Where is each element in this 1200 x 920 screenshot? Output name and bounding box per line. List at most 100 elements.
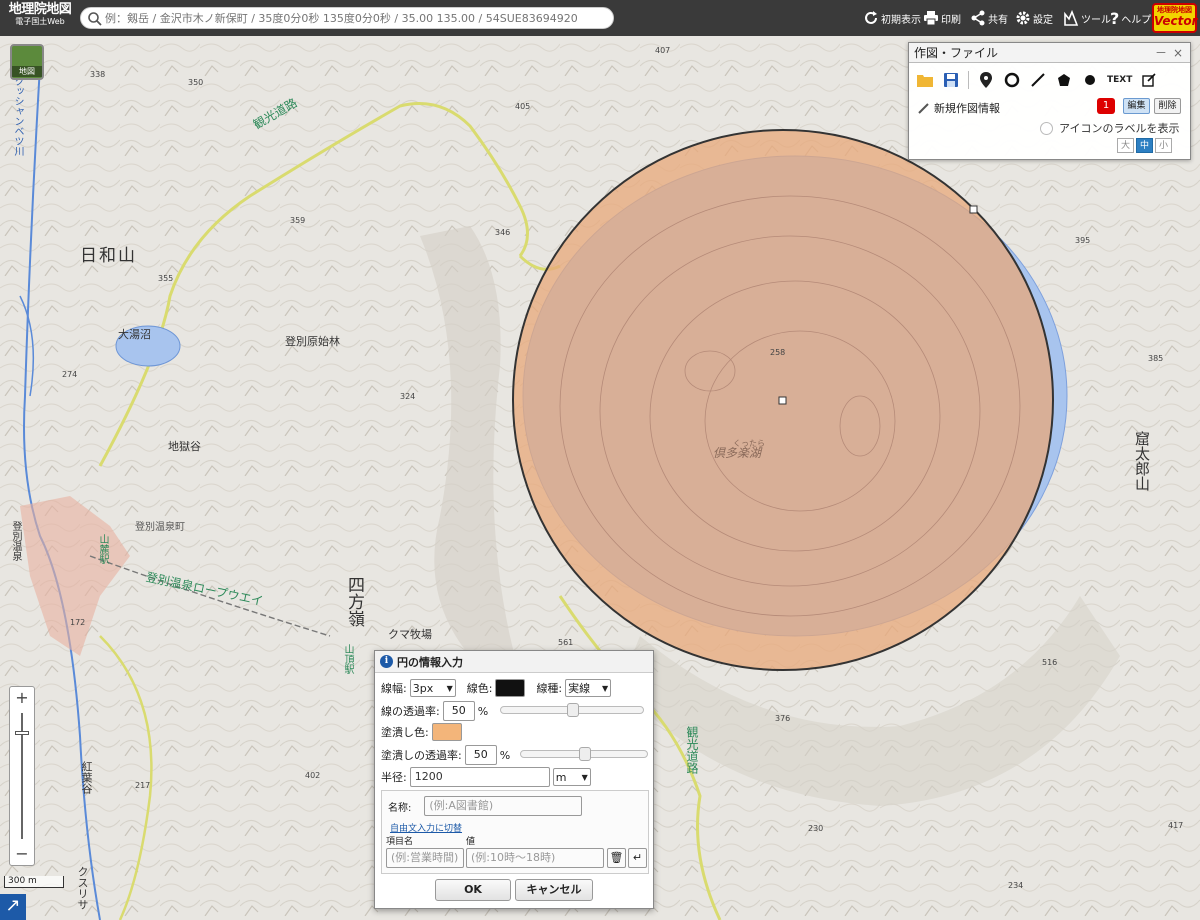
tools-button[interactable]: ツール [1063,9,1111,27]
help-label: ヘルプ [1121,14,1152,26]
elevation-point: 561 [558,638,574,647]
elevation-point: 376 [775,714,791,723]
chevron-down-icon: ▼ [602,683,609,693]
help-button[interactable]: ? ヘルプ [1110,9,1152,28]
settings-button[interactable]: 設定 [1015,9,1053,27]
label-toggle-switch[interactable] [1040,121,1053,135]
delete-button[interactable]: 削除 [1154,98,1181,114]
circle-center-handle[interactable] [778,396,787,405]
minimize-button[interactable]: － [1155,43,1167,63]
open-file-icon[interactable] [916,71,934,89]
cancel-button[interactable]: キャンセル [515,879,593,901]
drawing-count-badge: 1 [1097,98,1115,114]
ok-button[interactable]: OK [435,879,511,901]
label-kusuri: クスリサ [76,866,89,910]
vector-logo[interactable]: 地理院地図 Vector [1152,3,1198,33]
scale-bar: 300 m [4,876,64,888]
free-input-link[interactable]: 自由文入力に切替 [390,820,462,834]
info-icon: i [380,655,393,668]
radius-unit-select[interactable]: m ▼ [552,768,591,786]
name-label: 名称: [388,802,412,814]
zoom-slider-thumb[interactable] [15,731,29,735]
gsi-logo[interactable]: 地理院地図 電子国土Web [4,3,76,33]
top-bar: 地理院地図 電子国土Web 初期表示 印刷 共有 設定 ツール ? ヘルプ 地理… [0,0,1200,36]
circle-tool-icon[interactable] [1003,71,1021,89]
line-type-select[interactable]: 実線 ▼ [565,679,612,697]
elevation-point: 338 [90,70,106,79]
enter-icon[interactable]: ↵ [628,848,647,868]
size-small-button[interactable]: 小 [1155,138,1172,153]
share-icon [971,10,985,26]
label-kutaro: 窟太郎山 [1133,431,1151,491]
zoom-out-button[interactable]: − [10,843,34,865]
layer-switcher-button[interactable]: 地図 [10,44,44,80]
toolbar-divider [968,71,969,89]
fill-opacity-knob[interactable] [579,747,591,761]
line-opacity-input[interactable]: 50 [442,701,475,721]
elevation-point: 405 [515,102,531,111]
name-input[interactable]: (例:A図書館) [424,796,583,816]
search-input[interactable] [105,10,605,27]
fill-opacity-percent: % [499,748,511,762]
fill-opacity-slider[interactable] [520,747,648,761]
printer-icon [924,11,938,26]
text-tool-button[interactable]: TEXT [1107,71,1132,89]
fill-color-swatch[interactable] [431,723,462,741]
item-value-input[interactable]: (例:10時～18時) [466,848,604,868]
size-large-button[interactable]: 大 [1117,138,1134,153]
line-opacity-knob[interactable] [567,703,579,717]
elevation-point: 274 [62,370,78,379]
item-name-input[interactable]: (例:営業時間) [386,848,464,868]
logo-title: 地理院地図 [8,2,72,17]
circle-radius-handle[interactable] [969,205,978,214]
line-width-value: 3px [412,681,434,695]
item-column-header: 項目名 [386,837,414,847]
vector-logo-top: 地理院地図 [1157,6,1192,14]
print-button[interactable]: 印刷 [923,9,961,27]
line-color-swatch[interactable] [495,679,526,697]
icon-label-toggle[interactable]: アイコンのラベルを表示 [1040,120,1179,136]
tools-label: ツール [1081,14,1111,26]
size-medium-button[interactable]: 中 [1136,138,1153,153]
line-tool-icon[interactable] [1029,71,1047,89]
radius-row: 半径: 1200 m ▼ [381,767,591,787]
elevation-point: 172 [70,618,86,627]
radius-input[interactable]: 1200 [409,767,550,787]
initial-view-button[interactable]: 初期表示 [863,9,921,27]
elevation-point: 385 [1148,354,1164,363]
dialog-header: i 円の情報入力 [375,651,653,673]
label-toggle-text: アイコンのラベルを表示 [1059,122,1180,135]
filled-circle-tool-icon[interactable] [1081,71,1099,89]
new-drawing-info[interactable]: 新規作図情報 [918,100,1000,116]
zoom-in-button[interactable]: + [10,687,34,709]
search-box[interactable] [80,7,614,29]
chevron-down-icon: ▼ [446,683,453,693]
pencil-icon [918,103,929,114]
elevation-point: 234 [1008,881,1024,890]
label-onsencho: 登別温泉町 [135,522,185,533]
line-width-select[interactable]: 3px ▼ [409,679,456,697]
edit-note-icon[interactable] [1140,71,1158,89]
edit-button[interactable]: 編集 [1123,98,1150,114]
layer-button-label: 地図 [12,66,42,77]
polygon-tool-icon[interactable] [1055,71,1073,89]
label-oyunuma: 大湯沼 [118,328,151,341]
drawing-toolbar: TEXT [916,69,1158,91]
label-shihoreidai: 四方嶺 [344,576,364,627]
label-river: クッシャンベツ川 [12,76,23,156]
marker-icon[interactable] [977,71,995,89]
elevation-point: 395 [1075,236,1091,245]
share-button[interactable]: 共有 [970,9,1008,27]
line-opacity-slider[interactable] [500,703,644,717]
trash-icon[interactable]: 🗑 [607,848,626,868]
line-type-label: 線種: [536,682,563,695]
label-sancho: 山頂駅 [342,644,353,674]
close-button[interactable]: × [1173,43,1183,63]
zoom-control[interactable]: + − [9,686,35,866]
expand-arrow-icon[interactable]: ↗ [0,894,26,920]
fill-opacity-input[interactable]: 50 [464,745,497,765]
label-kuttarako: 倶多楽湖 [713,446,762,460]
line-opacity-row: 線の透過率: 50 % [381,701,488,721]
save-icon[interactable] [942,71,960,89]
elevation-point: 258 [770,348,786,357]
